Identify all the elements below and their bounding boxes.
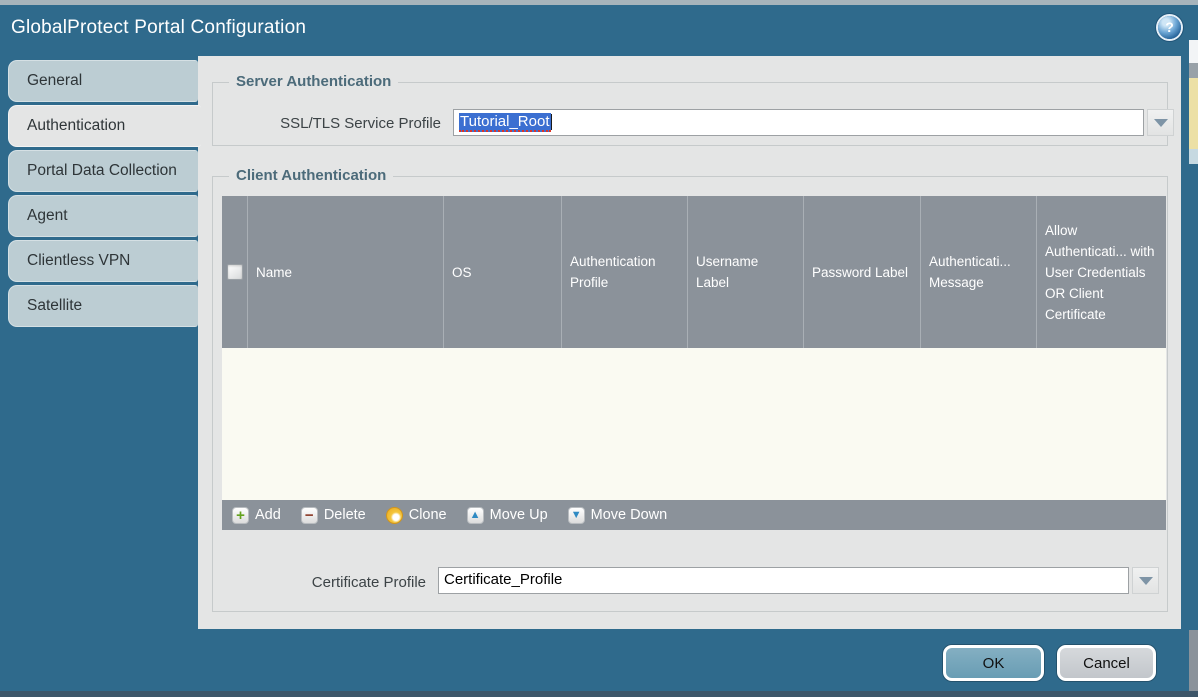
table-toolbar: + Add − Delete Clone ▲ Move Up ▼ Move Down bbox=[222, 500, 1166, 530]
background-page-sliver bbox=[1189, 40, 1198, 63]
client-authentication-legend: Client Authentication bbox=[229, 167, 394, 184]
move-up-button-label: Move Up bbox=[489, 507, 548, 523]
client-authentication-table: Name OS Authentication Profile Username … bbox=[222, 196, 1166, 530]
text-caret bbox=[550, 114, 552, 130]
select-all-checkbox[interactable] bbox=[226, 264, 243, 280]
column-header-os[interactable]: OS bbox=[444, 196, 562, 348]
sidebar-item-general[interactable]: General bbox=[8, 60, 198, 102]
server-authentication-legend: Server Authentication bbox=[229, 73, 399, 90]
ssl-tls-service-profile-input[interactable]: Tutorial_Root bbox=[453, 109, 1144, 136]
column-header-auth-message[interactable]: Authenticati... Message bbox=[921, 196, 1037, 348]
authentication-tab-panel: Server Authentication SSL/TLS Service Pr… bbox=[198, 56, 1181, 629]
window-top-edge bbox=[0, 0, 1198, 5]
arrow-up-icon: ▲ bbox=[466, 506, 484, 524]
sidebar-item-agent[interactable]: Agent bbox=[8, 195, 198, 237]
tab-label: General bbox=[27, 72, 83, 89]
background-page-sliver bbox=[1189, 78, 1198, 149]
selected-text: Tutorial_Root bbox=[459, 113, 551, 132]
minus-icon: − bbox=[300, 506, 318, 524]
cancel-button[interactable]: Cancel bbox=[1057, 645, 1156, 681]
move-down-button[interactable]: ▼ Move Down bbox=[567, 506, 668, 524]
sidebar-item-portal-data-collection[interactable]: Portal Data Collection bbox=[8, 150, 198, 192]
table-header-row: Name OS Authentication Profile Username … bbox=[222, 196, 1166, 348]
certificate-profile-label: Certificate Profile bbox=[311, 574, 426, 591]
chevron-down-icon bbox=[1153, 118, 1168, 127]
add-button[interactable]: + Add bbox=[232, 506, 281, 524]
tab-label: Portal Data Collection bbox=[27, 162, 177, 179]
tab-label: Clientless VPN bbox=[27, 252, 131, 269]
clone-button[interactable]: Clone bbox=[385, 506, 447, 524]
ssl-tls-service-profile-label: SSL/TLS Service Profile bbox=[280, 115, 441, 132]
column-header-password-label[interactable]: Password Label bbox=[804, 196, 921, 348]
help-icon[interactable]: ? bbox=[1158, 16, 1181, 39]
add-button-label: Add bbox=[255, 507, 281, 523]
certificate-profile-value: Certificate_Profile bbox=[444, 571, 563, 588]
plus-icon: + bbox=[232, 506, 249, 524]
move-down-button-label: Move Down bbox=[590, 507, 668, 523]
certificate-profile-dropdown-button[interactable] bbox=[1132, 567, 1159, 594]
move-up-button[interactable]: ▲ Move Up bbox=[466, 506, 548, 524]
sidebar-item-satellite[interactable]: Satellite bbox=[8, 285, 198, 327]
sidebar-item-clientless-vpn[interactable]: Clientless VPN bbox=[8, 240, 198, 282]
table-body-empty bbox=[222, 348, 1166, 500]
arrow-down-icon: ▼ bbox=[567, 506, 585, 524]
sidebar-item-authentication[interactable]: Authentication bbox=[8, 105, 201, 147]
delete-button[interactable]: − Delete bbox=[300, 506, 366, 524]
background-page-sliver bbox=[1189, 149, 1198, 164]
background-scrollbar-sliver[interactable] bbox=[1189, 630, 1198, 692]
ok-button[interactable]: OK bbox=[943, 645, 1044, 681]
column-header-allow-auth[interactable]: Allow Authenticati... with User Credenti… bbox=[1037, 196, 1166, 348]
select-all-header-cell bbox=[222, 196, 248, 348]
tab-label: Authentication bbox=[27, 117, 126, 134]
dialog-title: GlobalProtect Portal Configuration bbox=[11, 17, 307, 38]
tab-label: Satellite bbox=[27, 297, 83, 314]
background-page-sliver bbox=[1189, 63, 1198, 78]
column-header-auth-profile[interactable]: Authentication Profile bbox=[562, 196, 688, 348]
tab-label: Agent bbox=[27, 207, 68, 224]
clone-icon bbox=[385, 506, 403, 524]
clone-button-label: Clone bbox=[408, 507, 447, 523]
certificate-profile-input[interactable]: Certificate_Profile bbox=[438, 567, 1129, 594]
chevron-down-icon bbox=[1138, 576, 1153, 585]
server-authentication-group: Server Authentication SSL/TLS Service Pr… bbox=[212, 73, 1174, 146]
column-header-username-label[interactable]: Username Label bbox=[688, 196, 804, 348]
column-header-name[interactable]: Name bbox=[248, 196, 444, 348]
delete-button-label: Delete bbox=[323, 507, 366, 523]
ssl-tls-dropdown-button[interactable] bbox=[1147, 109, 1174, 136]
window-bottom-edge bbox=[0, 691, 1198, 697]
